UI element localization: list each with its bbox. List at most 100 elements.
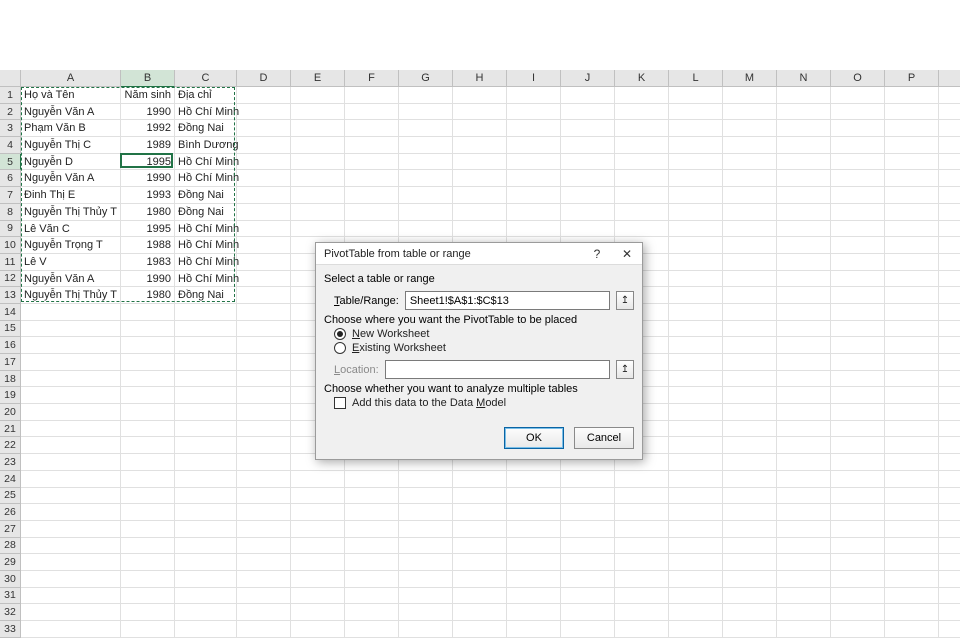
- column-header[interactable]: J: [561, 70, 615, 87]
- cell[interactable]: [561, 588, 615, 605]
- cell[interactable]: [507, 87, 561, 104]
- cell[interactable]: [121, 304, 175, 321]
- cell[interactable]: [237, 538, 291, 555]
- cell[interactable]: Đồng Nai: [175, 120, 237, 137]
- cell[interactable]: [669, 154, 723, 171]
- cell[interactable]: [21, 354, 121, 371]
- cell[interactable]: [291, 488, 345, 505]
- cell[interactable]: [345, 87, 399, 104]
- row-header[interactable]: 10: [0, 237, 21, 254]
- cell[interactable]: [615, 571, 669, 588]
- cell[interactable]: [399, 621, 453, 638]
- cell[interactable]: [723, 538, 777, 555]
- cell[interactable]: [237, 471, 291, 488]
- cell[interactable]: [939, 488, 960, 505]
- cell[interactable]: [939, 237, 960, 254]
- cell[interactable]: [723, 454, 777, 471]
- cell[interactable]: [237, 337, 291, 354]
- cell[interactable]: [237, 621, 291, 638]
- cell[interactable]: [777, 254, 831, 271]
- cell[interactable]: [399, 588, 453, 605]
- cell[interactable]: [237, 271, 291, 288]
- cell[interactable]: [831, 554, 885, 571]
- cell[interactable]: [939, 387, 960, 404]
- cell[interactable]: [885, 437, 939, 454]
- cell[interactable]: [885, 538, 939, 555]
- cell[interactable]: [831, 104, 885, 121]
- cell[interactable]: [237, 571, 291, 588]
- cell[interactable]: [831, 187, 885, 204]
- cell[interactable]: [121, 387, 175, 404]
- cell[interactable]: Phạm Văn B: [21, 120, 121, 137]
- cell[interactable]: 1980: [121, 204, 175, 221]
- cell[interactable]: 1989: [121, 137, 175, 154]
- column-header[interactable]: M: [723, 70, 777, 87]
- cell[interactable]: [831, 621, 885, 638]
- cell[interactable]: 1990: [121, 170, 175, 187]
- cell[interactable]: [453, 137, 507, 154]
- cell[interactable]: [669, 170, 723, 187]
- help-button[interactable]: ?: [582, 243, 612, 265]
- cell[interactable]: [723, 371, 777, 388]
- cell[interactable]: [723, 387, 777, 404]
- cell[interactable]: [669, 488, 723, 505]
- cell[interactable]: [507, 104, 561, 121]
- cell[interactable]: [939, 321, 960, 338]
- cell[interactable]: [939, 187, 960, 204]
- cell[interactable]: [121, 504, 175, 521]
- row-header[interactable]: 21: [0, 421, 21, 438]
- cell[interactable]: [777, 87, 831, 104]
- cell[interactable]: [723, 137, 777, 154]
- cell[interactable]: [723, 521, 777, 538]
- cell[interactable]: [669, 604, 723, 621]
- cell[interactable]: [939, 554, 960, 571]
- cell[interactable]: [615, 137, 669, 154]
- cell[interactable]: Lê Văn C: [21, 221, 121, 238]
- row-header[interactable]: 25: [0, 488, 21, 505]
- cell[interactable]: [885, 271, 939, 288]
- cell[interactable]: [831, 237, 885, 254]
- cell[interactable]: [669, 404, 723, 421]
- cell[interactable]: [669, 120, 723, 137]
- cell[interactable]: [121, 521, 175, 538]
- cell[interactable]: [615, 87, 669, 104]
- cell[interactable]: [237, 304, 291, 321]
- cell[interactable]: [345, 621, 399, 638]
- column-header[interactable]: P: [885, 70, 939, 87]
- cell[interactable]: [237, 321, 291, 338]
- radio-existing-worksheet[interactable]: [334, 342, 346, 354]
- cell[interactable]: [939, 254, 960, 271]
- row-header[interactable]: 15: [0, 321, 21, 338]
- cancel-button[interactable]: Cancel: [574, 427, 634, 449]
- cell[interactable]: [723, 504, 777, 521]
- cell[interactable]: [777, 137, 831, 154]
- cell[interactable]: [507, 588, 561, 605]
- cell[interactable]: [453, 120, 507, 137]
- cell[interactable]: [831, 588, 885, 605]
- cell[interactable]: [21, 471, 121, 488]
- cell[interactable]: Đinh Thị E: [21, 187, 121, 204]
- cell[interactable]: Họ và Tên: [21, 87, 121, 104]
- cell[interactable]: [831, 604, 885, 621]
- cell[interactable]: [777, 504, 831, 521]
- cell[interactable]: [21, 621, 121, 638]
- cell[interactable]: [885, 237, 939, 254]
- cell[interactable]: [669, 521, 723, 538]
- cell[interactable]: [399, 104, 453, 121]
- cell[interactable]: [939, 621, 960, 638]
- cell[interactable]: [237, 154, 291, 171]
- cell[interactable]: [237, 454, 291, 471]
- cell[interactable]: [345, 221, 399, 238]
- cell[interactable]: [669, 588, 723, 605]
- cell[interactable]: [939, 120, 960, 137]
- cell[interactable]: [831, 154, 885, 171]
- cell[interactable]: 1990: [121, 104, 175, 121]
- cell[interactable]: Nguyễn Thị C: [21, 137, 121, 154]
- cell[interactable]: [175, 421, 237, 438]
- cell[interactable]: [669, 387, 723, 404]
- cell[interactable]: [669, 87, 723, 104]
- cell[interactable]: [345, 521, 399, 538]
- cell[interactable]: [831, 471, 885, 488]
- cell[interactable]: [175, 371, 237, 388]
- cell[interactable]: [831, 204, 885, 221]
